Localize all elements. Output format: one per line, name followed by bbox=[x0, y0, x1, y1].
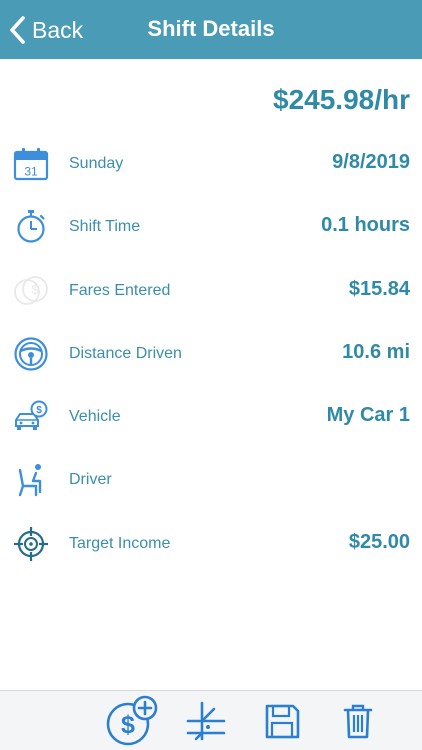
detail-label-driver: Driver bbox=[69, 471, 112, 488]
split-shift-button[interactable] bbox=[184, 697, 228, 745]
detail-row-target-income[interactable]: Target Income $25.00 bbox=[0, 524, 422, 564]
detail-label-target-income: Target Income bbox=[69, 535, 171, 552]
detail-row-date[interactable]: 31 Sunday 9/8/2019 bbox=[0, 144, 422, 184]
svg-text:$: $ bbox=[36, 405, 42, 416]
detail-row-driver[interactable]: Driver bbox=[0, 460, 422, 500]
navigation-bar: Back Shift Details bbox=[0, 0, 422, 59]
detail-value-shift-time: 0.1 hours bbox=[321, 214, 410, 236]
calendar-icon: 31 bbox=[13, 148, 49, 181]
hourly-rate: $245.98/hr bbox=[273, 84, 410, 115]
bottom-toolbar: $ bbox=[0, 690, 422, 750]
trash-icon bbox=[343, 704, 373, 739]
floppy-disk-icon bbox=[265, 704, 300, 739]
detail-label-shift-time: Shift Time bbox=[69, 218, 141, 235]
detail-label-fares-entered: Fares Entered bbox=[69, 282, 171, 299]
detail-value-fares-entered: $15.84 bbox=[348, 278, 410, 300]
detail-label-date: Sunday bbox=[69, 155, 124, 172]
coins-icon: $ bbox=[14, 276, 48, 305]
driver-seat-icon bbox=[18, 464, 42, 497]
detail-row-fares-entered[interactable]: $ Fares Entered $15.84 bbox=[0, 271, 422, 311]
add-fare-button[interactable]: $ bbox=[104, 695, 160, 746]
svg-text:$: $ bbox=[121, 711, 135, 739]
shift-details-screen: Back Shift Details $245.98/hr 31 Sunday … bbox=[0, 0, 422, 750]
detail-label-distance-driven: Distance Driven bbox=[69, 345, 182, 362]
car-dollar-icon: $ bbox=[15, 400, 48, 430]
detail-row-shift-time[interactable]: Shift Time 0.1 hours bbox=[0, 207, 422, 247]
dollar-plus-icon: $ bbox=[106, 695, 158, 746]
delete-button[interactable] bbox=[340, 697, 376, 745]
detail-row-vehicle[interactable]: $ Vehicle My Car 1 bbox=[0, 397, 422, 437]
detail-row-distance-driven[interactable]: Distance Driven 10.6 mi bbox=[0, 334, 422, 374]
detail-value-vehicle: My Car 1 bbox=[326, 404, 410, 426]
target-icon bbox=[14, 527, 48, 561]
detail-label-vehicle: Vehicle bbox=[69, 408, 121, 425]
svg-text:31: 31 bbox=[24, 165, 38, 179]
svg-text:$: $ bbox=[31, 282, 39, 297]
stopwatch-icon bbox=[17, 210, 45, 243]
detail-value-date: 9/8/2019 bbox=[332, 151, 410, 173]
steering-wheel-icon bbox=[14, 337, 48, 371]
detail-value-distance-driven: 10.6 mi bbox=[342, 341, 410, 363]
detail-value-target-income: $25.00 bbox=[348, 531, 410, 553]
save-button[interactable] bbox=[262, 697, 302, 745]
road-split-icon bbox=[186, 701, 226, 741]
page-title: Shift Details bbox=[147, 16, 275, 41]
